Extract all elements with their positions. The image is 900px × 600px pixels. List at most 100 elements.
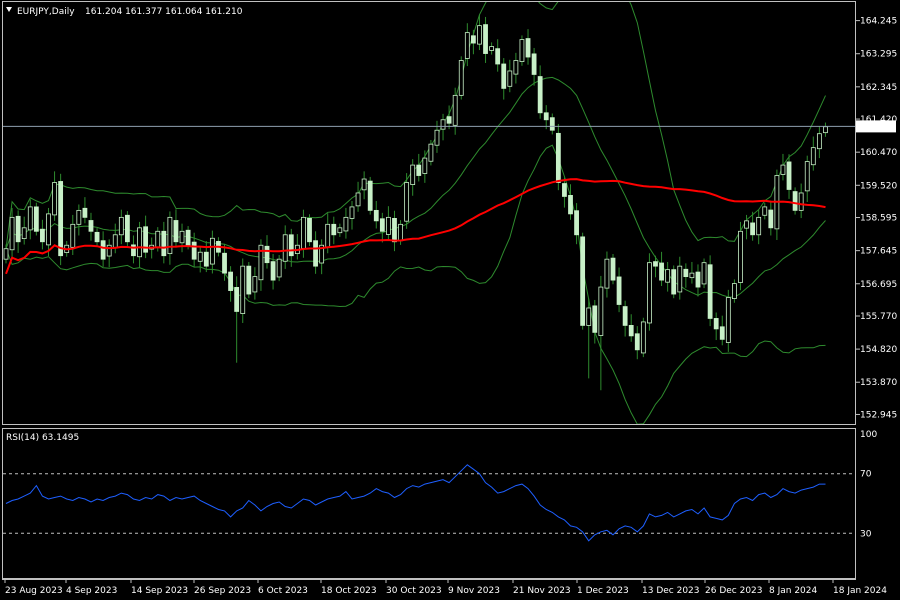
candle [586,298,592,379]
candle [58,173,64,266]
candle [616,267,622,313]
candle [21,216,27,245]
candle [628,314,634,342]
candle [768,200,774,236]
candle [343,207,349,239]
candle [543,105,549,130]
candle [804,155,810,203]
candle [246,261,252,299]
date-tick-label: 13 Dec 2023 [642,586,700,596]
price-tick-label: 152.945 [860,410,897,420]
date-tick-label: 30 Oct 2023 [386,586,442,596]
candle [307,214,312,246]
current-price-label: 161.210 [859,122,896,132]
candle [416,153,422,182]
candle [27,199,33,240]
candle [137,221,142,268]
candle [379,212,385,243]
candle [337,223,343,237]
rsi-tick-label: 100 [860,430,877,440]
candle [707,255,713,327]
date-tick-label: 23 Aug 2023 [5,586,63,596]
candle [209,230,215,274]
main-plot-layer [3,2,855,424]
candle [568,184,573,220]
candle [701,258,707,289]
candle [513,52,519,84]
candle [252,267,258,300]
candle [294,234,300,260]
candle [659,251,664,287]
candle [671,265,677,299]
price-tick-label: 160.470 [860,148,897,158]
axis-labels-layer: 164.245163.295162.345161.420160.470159.5… [4,17,897,596]
candle [386,206,391,241]
rsi-tick-label: 70 [860,470,872,480]
candle [507,59,513,93]
candle [410,159,416,196]
candle [428,139,434,166]
bollinger-upper-line [5,2,826,249]
candle [640,317,646,358]
candle [258,239,264,291]
candle [446,105,452,130]
candle [780,153,786,181]
candle [495,39,501,72]
candle [203,241,209,273]
candle [373,200,379,229]
candle [33,202,39,236]
date-tick-label: 14 Sep 2023 [131,586,188,596]
candle [683,263,689,288]
candle [52,171,57,221]
rsi-tick-label: 30 [860,529,872,539]
dropdown-triangle-icon[interactable] [6,7,12,12]
candle [470,29,476,55]
candle [301,209,306,258]
candle [392,210,397,252]
price-tick-label: 164.245 [860,17,897,27]
price-chart[interactable]: 164.245163.295162.345161.420160.470159.5… [0,0,900,600]
candle [549,113,555,135]
candle [125,211,130,246]
candle [647,253,652,331]
ohlc-label: 161.204 161.377 161.064 161.210 [85,7,243,17]
rsi-label: RSI(14) 63.1495 [6,433,79,443]
candle [106,239,112,268]
candle [665,261,671,292]
candle [161,221,167,264]
date-tick-label: 4 Sep 2023 [66,586,117,596]
candle [816,126,822,159]
candle [173,209,179,248]
date-tick-label: 26 Dec 2023 [705,586,763,596]
candle [823,122,828,137]
candle [434,120,440,153]
rsi-line [5,464,826,542]
date-tick-label: 21 Nov 2023 [513,586,571,596]
candle [82,197,88,224]
candle [361,171,367,200]
price-tick-label: 162.345 [860,83,897,93]
candle [798,183,804,219]
candle [774,169,780,241]
candle [519,35,525,66]
candle [677,256,683,300]
candle [732,279,737,303]
candle [94,228,100,246]
candle [88,212,94,241]
candle [598,275,604,391]
candle [610,253,616,285]
date-tick-label: 9 Nov 2023 [448,586,500,596]
candle [15,210,21,253]
price-tick-label: 156.695 [860,280,897,290]
candle [501,58,507,100]
candle [738,221,743,291]
candle [422,150,428,183]
bollinger-lower-line [5,144,826,424]
candle [313,231,318,274]
candle [440,113,446,141]
candle [118,209,124,245]
candle [197,246,203,273]
candle [167,211,173,265]
candle [622,300,628,337]
candle [580,232,586,330]
